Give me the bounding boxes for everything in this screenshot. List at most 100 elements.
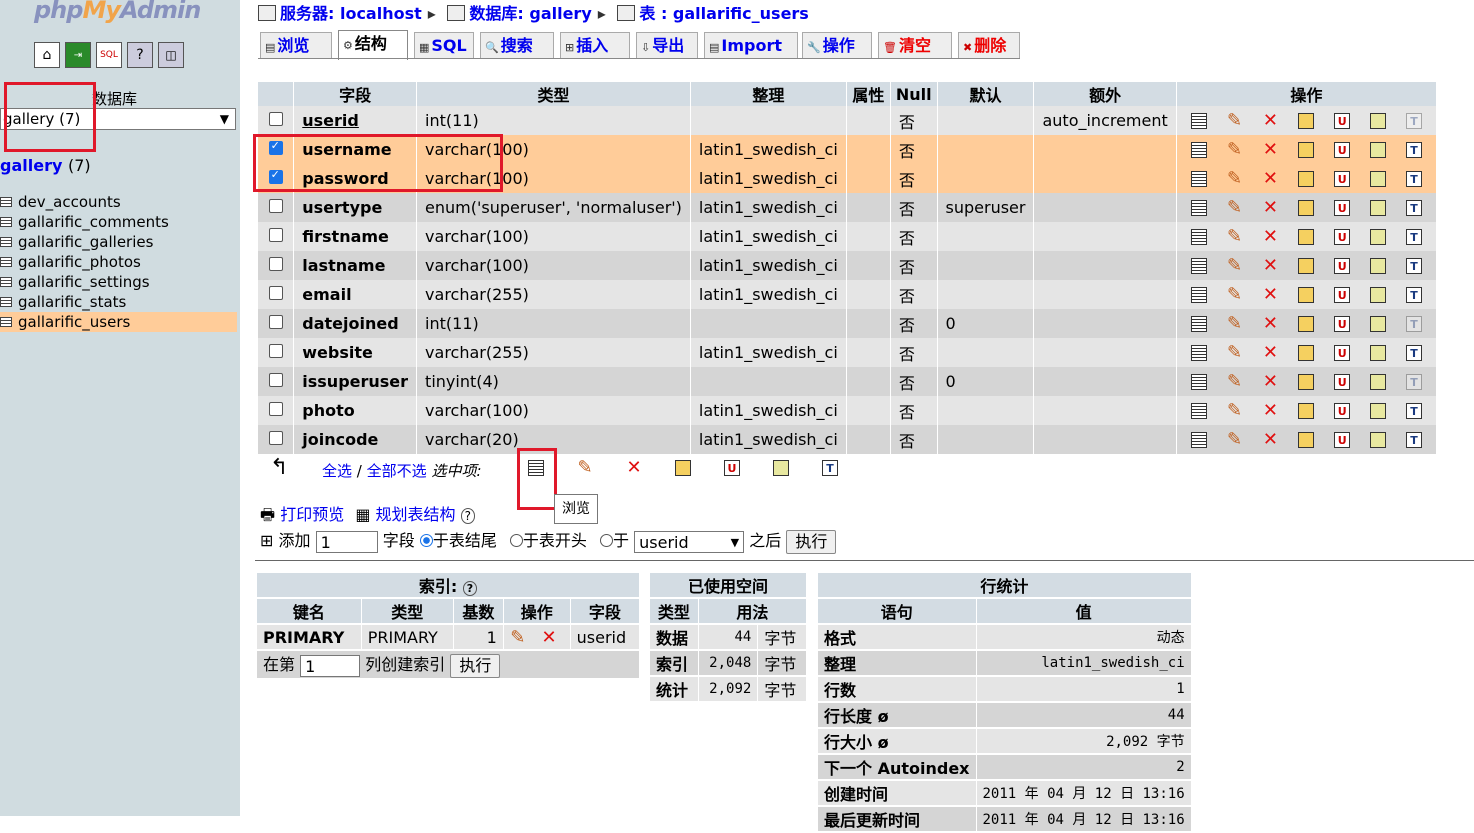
after-radio[interactable] [600, 534, 614, 547]
edit-icon[interactable]: ✎ [1227, 343, 1243, 361]
create-index-count-input[interactable]: 1 [300, 654, 361, 677]
unique-icon[interactable]: U [1334, 373, 1351, 390]
database-select[interactable]: gallery (7) ▼ [0, 108, 236, 130]
drop-icon[interactable]: ✕ [1262, 314, 1278, 332]
edit-icon[interactable]: ✎ [1227, 285, 1243, 303]
sidebar-table-item[interactable]: dev_accounts [0, 192, 237, 212]
index-icon[interactable] [1370, 402, 1387, 419]
unique-icon[interactable]: U [1334, 402, 1351, 419]
drop-icon[interactable]: ✕ [1262, 343, 1278, 361]
browse-icon[interactable] [1190, 199, 1207, 216]
browse-icon[interactable] [1190, 373, 1207, 390]
drop-icon[interactable]: ✕ [1262, 372, 1278, 390]
primary-selected-icon[interactable] [675, 460, 691, 476]
index-icon[interactable] [1370, 228, 1387, 245]
primary-key-icon[interactable] [1298, 402, 1315, 419]
tab-2[interactable]: ▦ SQL [414, 32, 474, 58]
create-index-go-button[interactable]: 执行 [450, 653, 501, 678]
primary-key-icon[interactable] [1298, 257, 1315, 274]
unique-icon[interactable]: U [1334, 141, 1351, 158]
fulltext-icon[interactable]: T [1405, 373, 1422, 390]
browse-icon[interactable] [1190, 112, 1207, 129]
table-row[interactable]: usertype enum('superuser', 'normaluser') l… [258, 193, 1436, 222]
unique-selected-icon[interactable]: U [724, 460, 740, 476]
breadcrumb-server[interactable]: 服务器: localhost [280, 4, 422, 23]
uncheck-all-link[interactable]: 全部不选 [367, 462, 427, 480]
drop-index-icon[interactable]: ✕ [541, 628, 557, 646]
tab-6[interactable]: ▤ Import [704, 32, 798, 58]
primary-key-icon[interactable] [1298, 431, 1315, 448]
browse-icon[interactable] [1190, 228, 1207, 245]
docs-icon[interactable]: ◫ [158, 42, 184, 68]
browse-icon[interactable] [1190, 315, 1207, 332]
edit-icon[interactable]: ✎ [1227, 169, 1243, 187]
primary-key-icon[interactable] [1298, 112, 1315, 129]
unique-icon[interactable]: U [1334, 431, 1351, 448]
unique-icon[interactable]: U [1334, 228, 1351, 245]
drop-icon[interactable]: ✕ [1262, 256, 1278, 274]
unique-icon[interactable]: U [1334, 199, 1351, 216]
table-row[interactable]: photo varchar(100) latin1_swedish_ci 否 ✎ ✕ U T [258, 396, 1436, 425]
row-checkbox[interactable] [268, 257, 283, 271]
row-checkbox[interactable] [268, 168, 283, 184]
at-beginning-radio[interactable] [509, 534, 523, 547]
row-checkbox[interactable] [268, 344, 283, 358]
tab-4[interactable]: ⊞ 插入 [560, 32, 630, 58]
index-icon[interactable] [1370, 257, 1387, 274]
unique-icon[interactable]: U [1334, 170, 1351, 187]
index-icon[interactable] [1370, 141, 1387, 158]
table-row[interactable]: issuperuser tinyint(4) 否 0 ✎ ✕ U T [258, 367, 1436, 396]
row-checkbox[interactable] [268, 112, 283, 126]
exit-icon[interactable]: ⇥ [65, 42, 91, 68]
primary-key-icon[interactable] [1298, 170, 1315, 187]
drop-icon[interactable]: ✕ [1262, 227, 1278, 245]
breadcrumb-database[interactable]: 数据库: gallery [469, 4, 591, 23]
edit-icon[interactable]: ✎ [1227, 111, 1243, 129]
edit-icon[interactable]: ✎ [1227, 256, 1243, 274]
primary-key-icon[interactable] [1298, 141, 1315, 158]
index-icon[interactable] [1370, 170, 1387, 187]
row-checkbox[interactable] [268, 228, 283, 242]
tab-7[interactable]: 🔧 操作 [802, 32, 872, 58]
table-row[interactable]: usernamevarchar(100)latin1_swedish_ci 否 ✎ ✕… [258, 135, 1436, 164]
primary-key-icon[interactable] [1298, 315, 1315, 332]
drop-icon[interactable]: ✕ [1262, 111, 1278, 129]
print-preview-link[interactable]: 打印预览 [280, 505, 344, 524]
fulltext-icon[interactable]: T [1405, 199, 1422, 216]
table-row[interactable]: datejoined int(11) 否 0 ✎ ✕ U T [258, 309, 1436, 338]
drop-selected-icon[interactable]: ✕ [626, 459, 642, 477]
drop-icon[interactable]: ✕ [1262, 169, 1278, 187]
index-icon[interactable] [1370, 431, 1387, 448]
edit-icon[interactable]: ✎ [1227, 314, 1243, 332]
tab-3[interactable]: 🔍 搜索 [480, 32, 554, 58]
index-icon[interactable] [1370, 344, 1387, 361]
sidebar-table-item[interactable]: gallarific_photos [0, 252, 237, 272]
phpmyadmin-logo[interactable]: phpMyAdmin [34, 0, 201, 24]
sidebar-table-item[interactable]: gallarific_galleries [0, 232, 237, 252]
row-checkbox[interactable] [268, 373, 283, 387]
drop-icon[interactable]: ✕ [1262, 430, 1278, 448]
primary-key-icon[interactable] [1298, 373, 1315, 390]
breadcrumb-table[interactable]: 表 : gallarific_users [639, 4, 808, 23]
edit-icon[interactable]: ✎ [1227, 140, 1243, 158]
table-row[interactable]: passwordvarchar(100)latin1_swedish_ci 否 ✎ ✕… [258, 164, 1436, 193]
index-selected-icon[interactable] [773, 460, 789, 476]
drop-icon[interactable]: ✕ [1262, 401, 1278, 419]
home-icon[interactable]: ⌂ [34, 42, 60, 68]
fulltext-icon[interactable]: T [1405, 112, 1422, 129]
fulltext-icon[interactable]: T [1405, 431, 1422, 448]
browse-selected-icon[interactable] [528, 460, 544, 476]
browse-icon[interactable] [1190, 141, 1207, 158]
drop-icon[interactable]: ✕ [1262, 140, 1278, 158]
edit-icon[interactable]: ✎ [1227, 430, 1243, 448]
row-checkbox[interactable] [268, 431, 283, 445]
database-link[interactable]: gallery (7) [0, 156, 91, 175]
index-icon[interactable] [1370, 112, 1387, 129]
after-field-select[interactable]: userid ▼ [634, 530, 745, 553]
drop-icon[interactable]: ✕ [1262, 198, 1278, 216]
edit-icon[interactable]: ✎ [1227, 198, 1243, 216]
fulltext-icon[interactable]: T [1405, 257, 1422, 274]
browse-icon[interactable] [1190, 431, 1207, 448]
edit-icon[interactable]: ✎ [1227, 372, 1243, 390]
drop-icon[interactable]: ✕ [1262, 285, 1278, 303]
